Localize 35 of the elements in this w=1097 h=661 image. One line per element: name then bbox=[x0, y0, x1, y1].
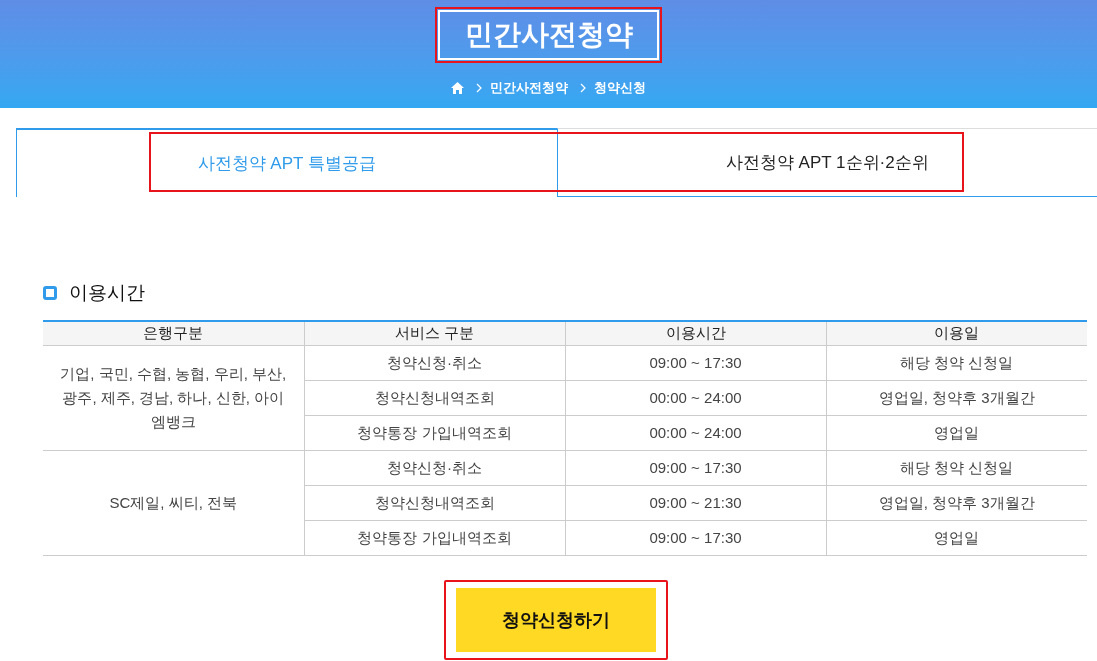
table-cell: 영업일, 청약후 3개월간 bbox=[826, 380, 1087, 416]
table-cell: 영업일, 청약후 3개월간 bbox=[826, 485, 1087, 521]
table-cell: 청약신청내역조회 bbox=[304, 380, 565, 416]
column-header: 서비스 구분 bbox=[304, 320, 565, 346]
table-cell: 09:00 ~ 17:30 bbox=[565, 520, 826, 556]
home-icon[interactable] bbox=[451, 81, 464, 94]
table-cell: SC제일, 씨티, 전북 bbox=[43, 450, 304, 556]
chevron-icon bbox=[476, 82, 482, 93]
breadcrumb-link[interactable]: 민간사전청약 bbox=[490, 78, 568, 98]
table-cell: 09:00 ~ 17:30 bbox=[565, 450, 826, 486]
column-header: 은행구분 bbox=[43, 320, 304, 346]
table-cell: 해당 청약 신청일 bbox=[826, 345, 1087, 381]
table-cell: 청약신청·취소 bbox=[304, 345, 565, 381]
table-cell: 해당 청약 신청일 bbox=[826, 450, 1087, 486]
column-header: 이용일 bbox=[826, 320, 1087, 346]
table-cell: 00:00 ~ 24:00 bbox=[565, 415, 826, 451]
apply-button[interactable]: 청약신청하기 bbox=[455, 588, 656, 652]
table-cell: 청약신청·취소 bbox=[304, 450, 565, 486]
table-cell: 청약통장 가입내역조회 bbox=[304, 520, 565, 556]
tab[interactable]: 사전청약 APT 특별공급 bbox=[16, 128, 557, 197]
section-title: 이용시간 bbox=[69, 281, 145, 305]
column-header: 이용시간 bbox=[565, 320, 826, 346]
table-cell: 기업, 국민, 수협, 농협, 우리, 부산, 광주, 제주, 경남, 하나, 신한, 아이엠뱅크 bbox=[43, 345, 304, 451]
chevron-icon bbox=[580, 82, 586, 93]
table-cell: 청약신청내역조회 bbox=[304, 485, 565, 521]
breadcrumb-link[interactable]: 청약신청 bbox=[594, 78, 646, 98]
table-cell: 00:00 ~ 24:00 bbox=[565, 380, 826, 416]
tab[interactable]: 사전청약 APT 1순위·2순위 bbox=[556, 128, 1097, 197]
table-cell: 09:00 ~ 17:30 bbox=[565, 345, 826, 381]
table-cell: 영업일 bbox=[826, 520, 1087, 556]
square-bullet-icon bbox=[43, 286, 57, 301]
table-cell: 청약통장 가입내역조회 bbox=[304, 415, 565, 451]
table-cell: 09:00 ~ 21:30 bbox=[565, 485, 826, 521]
table-cell: 영업일 bbox=[826, 415, 1087, 451]
page-title: 민간사전청약 bbox=[438, 10, 659, 60]
